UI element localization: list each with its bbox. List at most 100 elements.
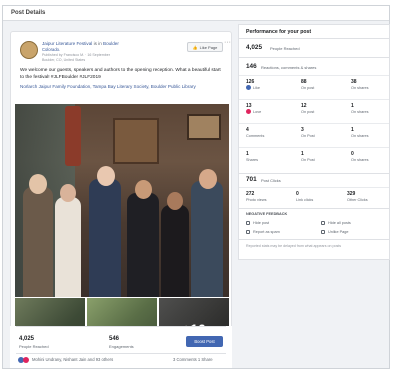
boost-post-label: Boost Post	[194, 339, 215, 344]
other-clicks-value: 329	[347, 191, 356, 197]
reached-value: 4,025	[246, 44, 262, 51]
people-reached-value: 4,025	[19, 336, 35, 342]
grid-row-likes: 126 Like 88 On post 38 On shares	[239, 75, 389, 99]
engagements-value: 546	[109, 336, 120, 342]
comments-shares[interactable]: 3 Comments 1 Share	[173, 357, 213, 362]
person-2-head	[60, 184, 76, 202]
hide-all-icon	[321, 221, 325, 225]
divider-top	[16, 326, 226, 327]
love-label: Love	[253, 110, 262, 114]
hide-icon	[246, 221, 250, 225]
location-line[interactable]: Colorado.	[42, 47, 60, 52]
love-on-shares-label: On shares	[351, 110, 369, 114]
hide-post-label: Hide post	[253, 221, 270, 225]
post-body: We welcome our guests, speakers and auth…	[20, 68, 221, 80]
person-3-head	[97, 166, 115, 186]
comments-value: 4	[246, 127, 249, 133]
link-clicks-label: Link clicks	[296, 198, 314, 202]
clicks-value: 701	[246, 176, 257, 183]
engagements-label: Engagements	[109, 344, 134, 349]
comments-on-shares-value: 1	[351, 127, 354, 133]
photo-shelf	[113, 118, 159, 164]
negative-feedback-title: NEGATIVE FEEDBACK	[246, 212, 288, 216]
love-icon	[246, 109, 251, 114]
shares-on-shares-value: 0	[351, 151, 354, 157]
person-6-head	[199, 169, 217, 189]
post-place: Boulder, CO, United States	[42, 58, 86, 62]
hide-all-label: Hide all posts	[328, 221, 351, 225]
comments-label: Comments	[246, 134, 265, 138]
performance-title: Performance for your post	[246, 29, 312, 35]
negative-item-report-spam[interactable]: Report as spam	[246, 230, 280, 234]
page-title: Post Details	[11, 10, 46, 16]
person-4-head	[135, 180, 152, 199]
person-2	[55, 197, 81, 297]
shares-value: 1	[246, 151, 249, 157]
report-icon	[246, 230, 250, 234]
love-value: 13	[246, 103, 252, 109]
likes-on-shares-label: On shares	[351, 86, 369, 90]
reactions-label: Reactions, comments & shares	[261, 65, 317, 70]
clicks-label: Post Clicks	[261, 178, 281, 183]
person-5	[161, 205, 189, 297]
grid-row-comments: 4 Comments 3 On Post 1 On shares	[239, 123, 389, 147]
link-clicks-value: 0	[296, 191, 299, 197]
unlike-icon	[321, 230, 325, 234]
top-bar: Post Details	[3, 6, 389, 21]
love-on-shares-value: 1	[351, 103, 354, 109]
comments-on-shares-label: On shares	[351, 134, 369, 138]
reached-label: People Reached	[270, 46, 300, 51]
photo-painting	[187, 114, 221, 140]
negative-item-hide-post[interactable]: Hide post	[246, 221, 269, 225]
negative-item-unlike-page[interactable]: Unlike Page	[321, 230, 348, 234]
post-tags[interactable]: Norlarch Jaipur Family Foundation, Tampa…	[20, 84, 226, 90]
divider	[239, 208, 389, 209]
grid-row-love: 13 Love 12 On post 1 On shares	[239, 99, 389, 123]
post-header-line: Jaipur Literature Festival is in Boulder	[42, 41, 119, 46]
person-3	[89, 179, 121, 297]
reactions-text[interactable]: Mohini Undrany, Nishant Jain and 93 othe…	[32, 357, 113, 362]
more-options-icon[interactable]: ···	[224, 39, 231, 46]
like-page-button[interactable]: 👍 Like Page	[187, 42, 223, 52]
comments-on-post-label: On Post	[301, 134, 315, 138]
main-photo[interactable]	[15, 104, 229, 297]
likes-on-post-label: On post	[301, 86, 315, 90]
comments-on-post-value: 3	[301, 127, 304, 133]
likes-value: 126	[246, 79, 255, 85]
post-stats-footer: 4,025 People Reached 546 Engagements Boo…	[10, 326, 232, 368]
divider	[239, 239, 389, 240]
shares-on-post-label: On Post	[301, 158, 315, 162]
photo-views-label: Photo views	[246, 198, 267, 202]
page-avatar[interactable]	[20, 41, 38, 59]
thumbs-up-icon: 👍	[192, 44, 198, 50]
love-on-post-label: On post	[301, 110, 315, 114]
other-clicks-label: Other Clicks	[347, 198, 368, 202]
love-on-post-value: 12	[301, 103, 307, 109]
person-1	[23, 187, 53, 297]
shares-label: Shares	[246, 158, 259, 162]
grid-row-shares: 1 Shares 1 On Post 0 On shares	[239, 147, 389, 171]
reactions-value: 146	[246, 63, 257, 70]
reaction-icons	[18, 357, 29, 363]
divider-bottom	[16, 353, 226, 354]
is-in-text: is in	[93, 41, 102, 46]
location-link[interactable]: Boulder	[103, 41, 119, 46]
divider	[239, 38, 389, 39]
clicks-breakdown: 272 Photo views 0 Link clicks 329 Other …	[239, 187, 389, 207]
person-5-head	[167, 192, 183, 210]
stats-footnote: Reported stats may be delayed from what …	[246, 244, 342, 248]
shares-on-post-value: 1	[301, 151, 304, 157]
page-name-link[interactable]: Jaipur Literature Festival	[42, 41, 92, 46]
negative-item-hide-all[interactable]: Hide all posts	[321, 221, 351, 225]
person-1-head	[29, 174, 47, 194]
post-card: Jaipur Literature Festival is in Boulder…	[10, 31, 232, 367]
love-reaction-icon	[23, 357, 29, 363]
photo-views-value: 272	[246, 191, 255, 197]
boost-post-button[interactable]: Boost Post	[186, 336, 223, 347]
likes-label: Like	[253, 86, 260, 90]
post-meta: Published by Francisco M. · 16 September	[42, 53, 110, 57]
people-reached-label: People Reached	[19, 344, 49, 349]
unlike-page-label: Unlike Page	[328, 230, 349, 234]
performance-panel: Performance for your post 4,025 People R…	[238, 24, 390, 260]
divider	[239, 173, 389, 174]
